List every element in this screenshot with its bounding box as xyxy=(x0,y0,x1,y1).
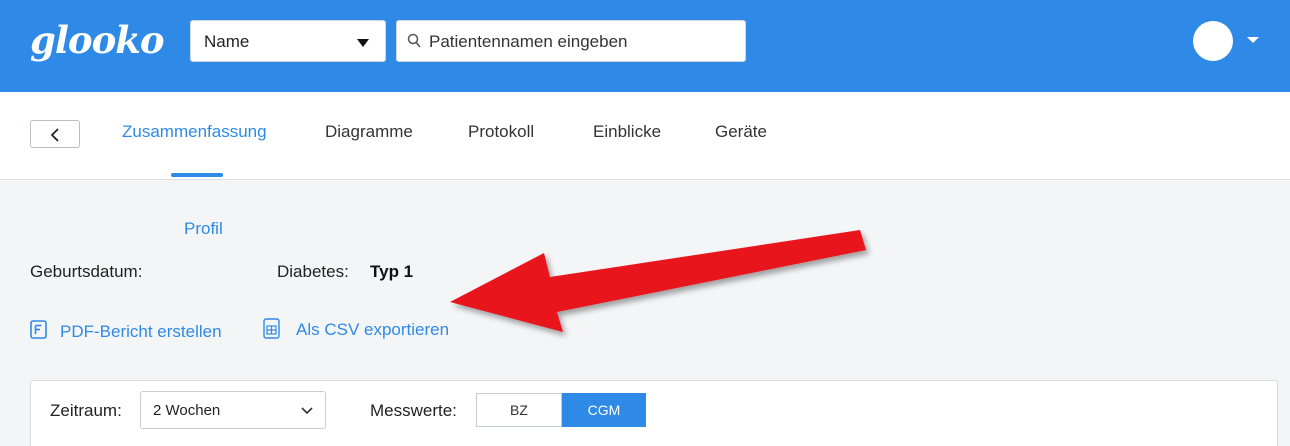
chevron-left-icon xyxy=(50,128,59,142)
document-icon xyxy=(30,320,47,339)
back-button[interactable] xyxy=(30,120,80,148)
csv-export-label: Als CSV exportieren xyxy=(296,320,450,339)
user-menu-caret-icon[interactable] xyxy=(1247,37,1259,43)
patient-search-box[interactable] xyxy=(396,20,746,62)
tab-geraete[interactable]: Geräte xyxy=(715,122,767,142)
red-annotation-arrow-icon xyxy=(450,230,866,332)
tab-protokoll[interactable]: Protokoll xyxy=(468,122,534,142)
period-value: 2 Wochen xyxy=(153,402,221,419)
glooko-logo[interactable]: glooko xyxy=(30,18,165,62)
search-icon xyxy=(407,33,421,54)
patient-search-input[interactable] xyxy=(427,27,731,57)
birthdate-label: Geburtsdatum: xyxy=(30,262,143,281)
tab-zusammenfassung[interactable]: Zusammenfassung xyxy=(122,122,267,142)
period-label: Zeitraum: xyxy=(50,401,122,420)
readings-option-cgm[interactable]: CGM xyxy=(562,393,646,427)
diabetes-value: Typ 1 xyxy=(370,262,414,281)
user-avatar[interactable] xyxy=(1193,21,1233,61)
readings-option-bz[interactable]: BZ xyxy=(476,393,562,427)
readings-label: Messwerte: xyxy=(370,401,457,420)
search-type-select[interactable]: Name xyxy=(190,20,386,62)
profil-link[interactable]: Profil xyxy=(184,219,223,239)
caret-down-icon xyxy=(357,39,369,47)
active-tab-indicator xyxy=(171,173,223,177)
tab-einblicke[interactable]: Einblicke xyxy=(593,122,661,142)
chevron-down-icon xyxy=(301,407,313,415)
tab-diagramme[interactable]: Diagramme xyxy=(325,122,413,142)
spreadsheet-icon xyxy=(263,318,280,339)
pdf-report-label: PDF-Bericht erstellen xyxy=(60,322,222,341)
search-type-value: Name xyxy=(204,32,250,51)
top-navigation-bar: glooko Name xyxy=(0,0,1290,92)
csv-export-button[interactable]: Als CSV exportieren xyxy=(263,318,463,342)
period-select[interactable]: 2 Wochen xyxy=(140,391,326,429)
patient-tab-bar: Zusammenfassung Diagramme Protokoll Einb… xyxy=(0,92,1290,180)
pdf-report-button[interactable]: PDF-Bericht erstellen xyxy=(30,320,230,344)
diabetes-label: Diabetes: xyxy=(277,262,349,281)
